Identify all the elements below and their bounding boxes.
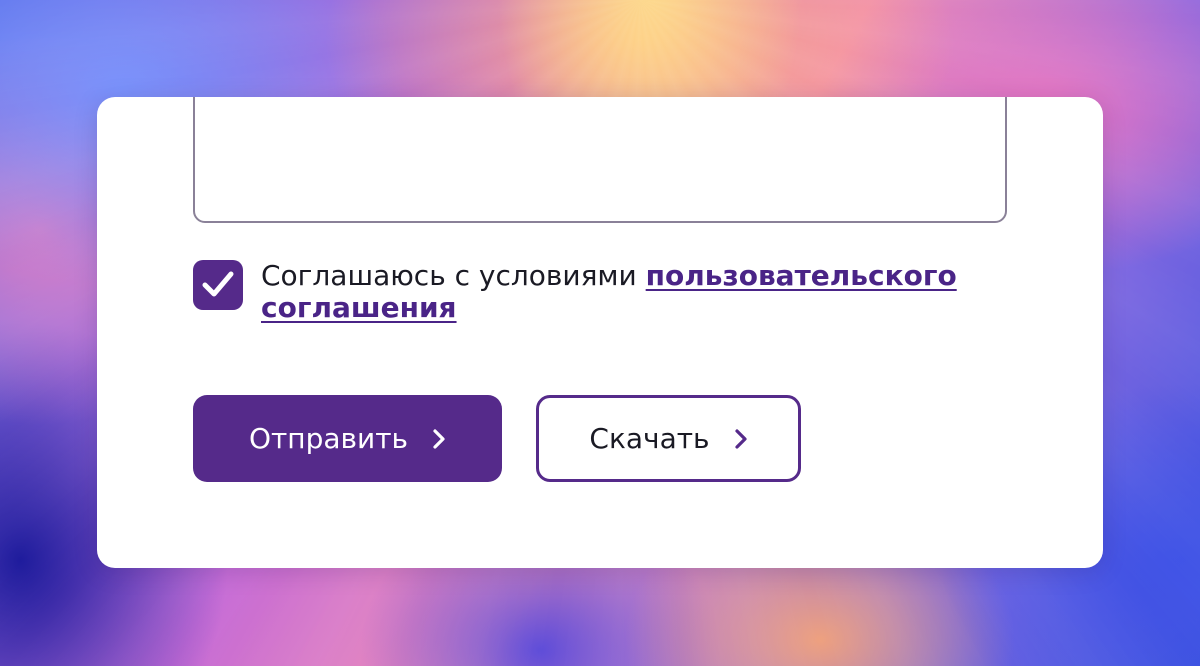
agreement-checkbox[interactable]: [193, 260, 243, 310]
agreement-label: Соглашаюсь с условиями пользовательского…: [261, 260, 1021, 324]
agreement-text: Соглашаюсь с условиями: [261, 259, 646, 292]
checkmark-icon: [202, 271, 234, 297]
agreement-row: Соглашаюсь с условиями пользовательского…: [193, 260, 1021, 324]
chevron-right-icon: [734, 428, 748, 450]
message-textarea[interactable]: [193, 97, 1007, 223]
submit-button-label: Отправить: [248, 422, 409, 455]
form-card: Соглашаюсь с условиями пользовательского…: [97, 97, 1103, 568]
submit-button[interactable]: Отправить: [193, 395, 502, 482]
download-button[interactable]: Скачать: [536, 395, 801, 482]
download-button-label: Скачать: [589, 422, 710, 455]
chevron-right-icon: [432, 428, 446, 450]
